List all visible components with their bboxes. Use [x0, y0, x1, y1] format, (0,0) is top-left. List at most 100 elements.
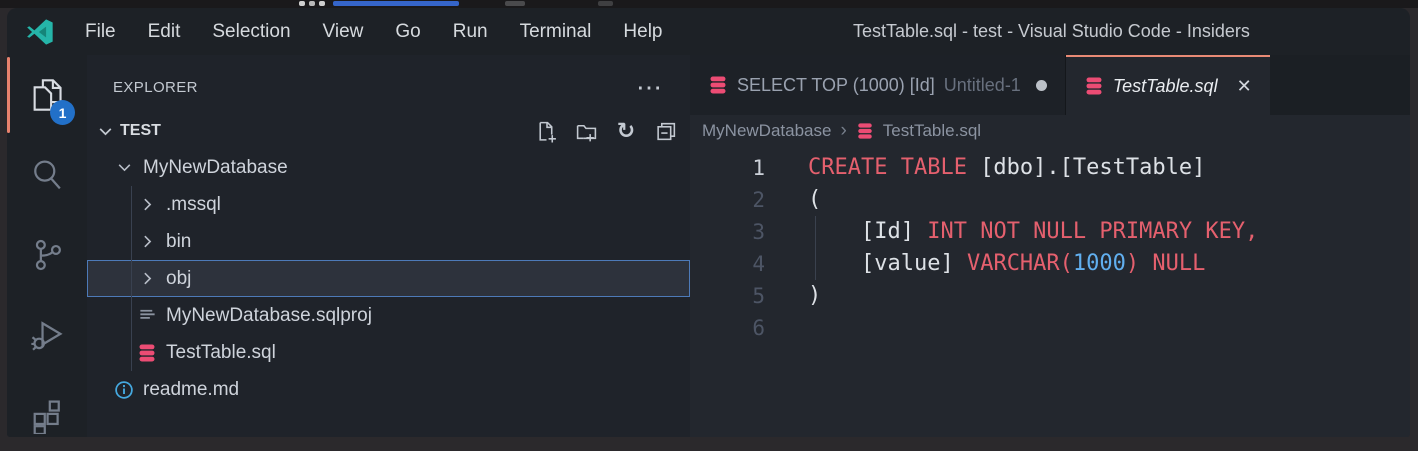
- code-line-1: 1CREATE TABLE [dbo].[TestTable]: [690, 152, 1410, 184]
- new-file-icon[interactable]: [534, 119, 558, 143]
- editor-group: SELECT TOP (1000) [Id]Untitled-1 TestTab…: [690, 55, 1410, 437]
- activitybar-extensions[interactable]: [7, 375, 87, 437]
- menu-edit[interactable]: Edit: [132, 8, 197, 55]
- tree-item-.mssql[interactable]: .mssql: [87, 186, 690, 223]
- database-icon: [136, 343, 158, 363]
- vscode-window: FileEditSelectionViewGoRunTerminalHelp T…: [7, 8, 1410, 437]
- code-lines: 1CREATE TABLE [dbo].[TestTable]2(3 [Id] …: [690, 152, 1410, 344]
- search-icon: [28, 156, 66, 194]
- file-tree: MyNewDatabase .mssql bin obj MyNewDatabase.s…: [87, 149, 690, 437]
- modified-dot-icon: [1036, 80, 1047, 91]
- code-token: INT NOT NULL PRIMARY KEY,: [927, 219, 1258, 244]
- code-editor[interactable]: 1CREATE TABLE [dbo].[TestTable]2(3 [Id] …: [690, 147, 1410, 437]
- extensions-icon: [28, 396, 66, 434]
- tree-item-label: MyNewDatabase.sqlproj: [166, 305, 372, 327]
- tab-TestTable.sql[interactable]: TestTable.sql ✕: [1066, 55, 1270, 115]
- tree-item-readme.md[interactable]: readme.md: [87, 371, 690, 408]
- code-line-text: CREATE TABLE [dbo].[TestTable]: [765, 152, 1205, 184]
- tree-item-label: .mssql: [166, 194, 221, 216]
- activity-bar: 1: [7, 55, 87, 437]
- tree-item-label: obj: [166, 268, 191, 290]
- menu-help[interactable]: Help: [607, 8, 678, 55]
- new-folder-icon[interactable]: [574, 119, 598, 143]
- code-token: NULL: [1139, 251, 1205, 276]
- code-line-4: 4 [value] VARCHAR(1000) NULL: [690, 248, 1410, 280]
- window-title: TestTable.sql - test - Visual Studio Cod…: [853, 8, 1250, 55]
- code-line-3: 3 [Id] INT NOT NULL PRIMARY KEY,: [690, 216, 1410, 248]
- database-icon: [856, 122, 874, 140]
- menu-terminal[interactable]: Terminal: [504, 8, 608, 55]
- line-number: 2: [690, 184, 765, 216]
- tree-item-obj[interactable]: obj: [87, 260, 690, 297]
- code-token: 1000: [1073, 251, 1126, 276]
- tree-item-bin[interactable]: bin: [87, 223, 690, 260]
- database-icon: [708, 75, 728, 95]
- line-number: 4: [690, 248, 765, 280]
- database-icon: [1084, 76, 1104, 96]
- explorer-header: EXPLORER ⋯: [87, 55, 690, 113]
- code-line-6: 6: [690, 312, 1410, 344]
- breadcrumb-item-folder[interactable]: MyNewDatabase: [702, 121, 831, 141]
- code-token: [value]: [808, 251, 967, 276]
- more-actions-icon[interactable]: ⋯: [636, 82, 662, 92]
- tab-label: TestTable.sql: [1113, 76, 1218, 97]
- tree-item-MyNewDatabase.sqlproj[interactable]: MyNewDatabase.sqlproj: [87, 297, 690, 334]
- explorer-badge: 1: [50, 100, 75, 125]
- explorer-title: EXPLORER: [113, 79, 198, 96]
- tree-item-MyNewDatabase[interactable]: MyNewDatabase: [87, 149, 690, 186]
- tree-item-label: readme.md: [143, 379, 239, 401]
- refresh-icon[interactable]: ↻: [614, 119, 638, 143]
- section-label: TEST: [120, 122, 534, 140]
- section-actions: ↻: [534, 119, 678, 143]
- tab-SELECT TOP (1000) [Id][interactable]: SELECT TOP (1000) [Id]Untitled-1: [690, 55, 1066, 115]
- background-app-fragment: [309, 1, 315, 6]
- code-token: VARCHAR(: [967, 251, 1073, 276]
- activitybar-search[interactable]: [7, 135, 87, 215]
- code-line-text: [765, 312, 808, 344]
- activitybar-run-debug[interactable]: [7, 295, 87, 375]
- code-line-2: 2(: [690, 184, 1410, 216]
- activitybar-source-control[interactable]: [7, 215, 87, 295]
- close-icon[interactable]: ✕: [1237, 76, 1252, 97]
- code-token: [dbo].[TestTable]: [980, 155, 1205, 180]
- line-number: 6: [690, 312, 765, 344]
- background-app-fragment: [333, 1, 459, 6]
- tree-item-label: bin: [166, 231, 191, 253]
- titlebar: FileEditSelectionViewGoRunTerminalHelp T…: [7, 8, 1410, 55]
- code-line-5: 5): [690, 280, 1410, 312]
- info-icon: [113, 380, 135, 400]
- menu-go[interactable]: Go: [379, 8, 436, 55]
- vscode-insiders-logo-icon: [25, 17, 55, 47]
- editor-indent-guide: [815, 216, 816, 280]
- code-token: ): [808, 283, 821, 308]
- breadcrumb: MyNewDatabase › TestTable.sql: [690, 115, 1410, 147]
- background-app-fragment: [598, 1, 613, 6]
- background-app-strip: [0, 0, 1418, 8]
- run-and-debug-icon: [28, 316, 66, 354]
- menu-run[interactable]: Run: [437, 8, 504, 55]
- code-line-text: [Id] INT NOT NULL PRIMARY KEY,: [765, 216, 1258, 248]
- code-token: (: [808, 187, 821, 212]
- workbench: 1: [7, 55, 1410, 437]
- background-app-fragment: [299, 1, 305, 6]
- line-number: 5: [690, 280, 765, 312]
- menu-view[interactable]: View: [307, 8, 380, 55]
- code-line-text: (: [765, 184, 821, 216]
- code-line-text: ): [765, 280, 821, 312]
- menu-selection[interactable]: Selection: [196, 8, 306, 55]
- chevron-down-icon: [113, 159, 135, 176]
- tab-bar: SELECT TOP (1000) [Id]Untitled-1 TestTab…: [690, 55, 1410, 115]
- menu-file[interactable]: File: [69, 8, 132, 55]
- breadcrumb-item-file[interactable]: TestTable.sql: [883, 121, 981, 141]
- activitybar-explorer[interactable]: 1: [7, 55, 87, 135]
- tree-item-TestTable.sql[interactable]: TestTable.sql: [87, 334, 690, 371]
- chevron-right-icon: ›: [840, 120, 846, 142]
- code-token: CREATE TABLE: [808, 155, 980, 180]
- sqlproj-icon: [136, 306, 158, 325]
- line-number: 3: [690, 216, 765, 248]
- tree-item-label: MyNewDatabase: [143, 157, 288, 179]
- collapse-all-icon[interactable]: [654, 119, 678, 143]
- chevron-right-icon: [136, 196, 158, 213]
- sidebar-explorer: EXPLORER ⋯ TEST: [87, 55, 690, 437]
- section-header-test[interactable]: TEST ↻: [87, 113, 690, 149]
